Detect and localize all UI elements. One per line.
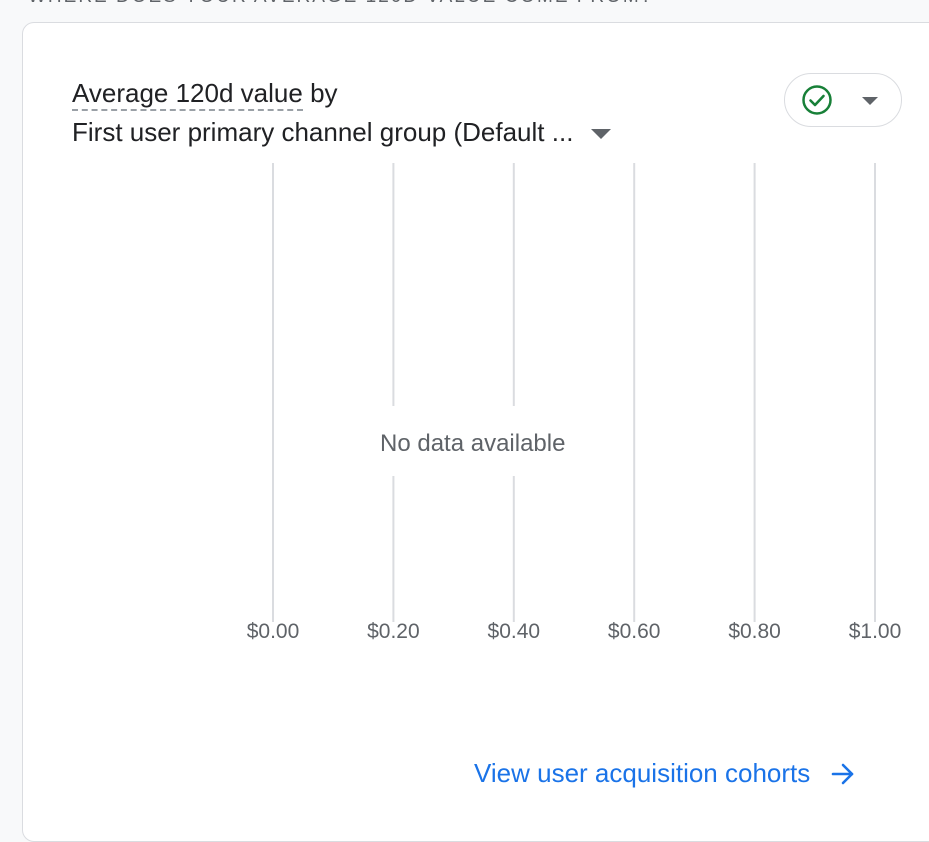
bar-chart [272,163,876,622]
x-tick-label: $0.20 [367,620,420,643]
x-tick-label: $0.80 [728,620,781,643]
empty-state-message: No data available [380,430,566,457]
view-cohorts-label: View user acquisition cohorts [474,758,811,788]
arrow-right-icon [831,763,854,784]
x-tick-label: $0.60 [607,620,661,643]
x-tick-label: $0.40 [487,620,541,643]
view-cohorts-link[interactable]: View user acquisition cohorts [474,758,856,789]
x-tick-label: $1.00 [848,620,902,643]
x-tick-label: $0.00 [246,620,300,643]
